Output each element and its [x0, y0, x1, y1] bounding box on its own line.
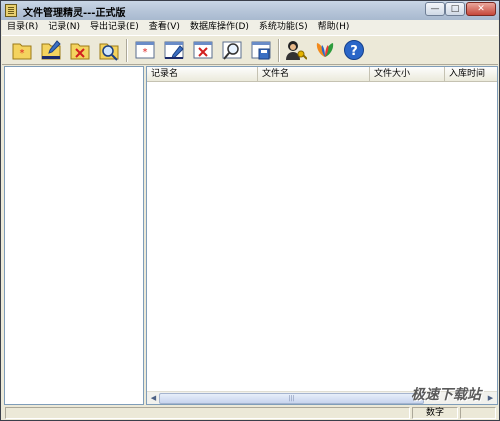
status-numlock-panel: 数字 [412, 407, 458, 419]
column-header-import-time[interactable]: 入库时间 [445, 67, 497, 82]
delete-record-icon [193, 41, 213, 59]
delete-folder-icon [70, 43, 90, 60]
menu-bar: 目录(R) 记录(N) 导出记录(E) 查看(V) 数据库操作(D) 系统功能(… [2, 20, 498, 35]
edit-folder-button[interactable] [40, 39, 62, 61]
status-message-panel [5, 407, 410, 419]
close-button[interactable]: ✕ [466, 2, 496, 16]
delete-folder-button[interactable] [69, 39, 91, 61]
column-header-file-name[interactable]: 文件名 [258, 67, 370, 82]
menu-export-record[interactable]: 导出记录(E) [85, 20, 144, 35]
svg-text:*: * [143, 47, 148, 58]
status-bar: 数字 [2, 406, 498, 420]
delete-record-button[interactable] [192, 39, 214, 61]
scroll-left-arrow-icon[interactable]: ◀ [148, 393, 159, 404]
record-list[interactable]: 记录名 文件名 文件大小 入库时间 ◀ ||| ▶ [146, 66, 498, 405]
window-title: 文件管理精灵---正式版 [23, 8, 126, 19]
menu-record[interactable]: 记录(N) [43, 20, 85, 35]
scroll-right-arrow-icon[interactable]: ▶ [485, 393, 496, 404]
search-record-icon [222, 41, 242, 60]
save-record-icon [251, 41, 271, 60]
user-key-button[interactable] [285, 39, 308, 61]
scrollbar-thumb[interactable]: ||| [159, 393, 424, 404]
help-button[interactable]: ? [343, 39, 365, 61]
search-folder-button[interactable] [98, 39, 120, 61]
app-icon [5, 4, 17, 17]
svg-text:?: ? [350, 44, 358, 59]
edit-record-button[interactable] [163, 39, 185, 61]
status-extra-panel [460, 407, 496, 419]
menu-help[interactable]: 帮助(H) [313, 20, 355, 35]
toolbar-separator [278, 39, 280, 62]
new-record-button[interactable]: * [134, 39, 156, 61]
main-window: 文件管理精灵---正式版 — □ ✕ 目录(R) 记录(N) 导出记录(E) 查… [0, 0, 500, 421]
watermark: 极速下载站 [411, 387, 481, 403]
directory-tree[interactable] [4, 66, 144, 405]
msn-butterfly-icon [316, 43, 334, 57]
maximize-button[interactable]: □ [445, 2, 465, 16]
edit-record-icon [164, 41, 184, 59]
column-header-file-size[interactable]: 文件大小 [370, 67, 445, 82]
toolbar-separator [126, 39, 128, 62]
menu-system[interactable]: 系统功能(S) [254, 20, 313, 35]
menu-directory[interactable]: 目录(R) [2, 20, 43, 35]
toolbar: * * ? [2, 35, 498, 65]
menu-view[interactable]: 查看(V) [144, 20, 185, 35]
search-record-button[interactable] [221, 39, 243, 61]
new-folder-icon: * [12, 43, 32, 60]
new-record-icon: * [135, 41, 155, 59]
edit-folder-icon [41, 40, 61, 60]
msn-button[interactable] [314, 39, 336, 61]
search-folder-icon [99, 43, 119, 61]
svg-text:*: * [20, 48, 25, 59]
user-key-icon [286, 41, 308, 60]
column-header-record-name[interactable]: 记录名 [147, 67, 258, 82]
menu-database[interactable]: 数据库操作(D) [185, 20, 254, 35]
save-record-button[interactable] [250, 39, 272, 61]
new-folder-button[interactable]: * [11, 39, 33, 61]
minimize-button[interactable]: — [425, 2, 445, 16]
help-icon: ? [344, 40, 364, 60]
list-header: 记录名 文件名 文件大小 入库时间 [147, 67, 497, 82]
title-bar[interactable]: 文件管理精灵---正式版 — □ ✕ [1, 1, 499, 20]
